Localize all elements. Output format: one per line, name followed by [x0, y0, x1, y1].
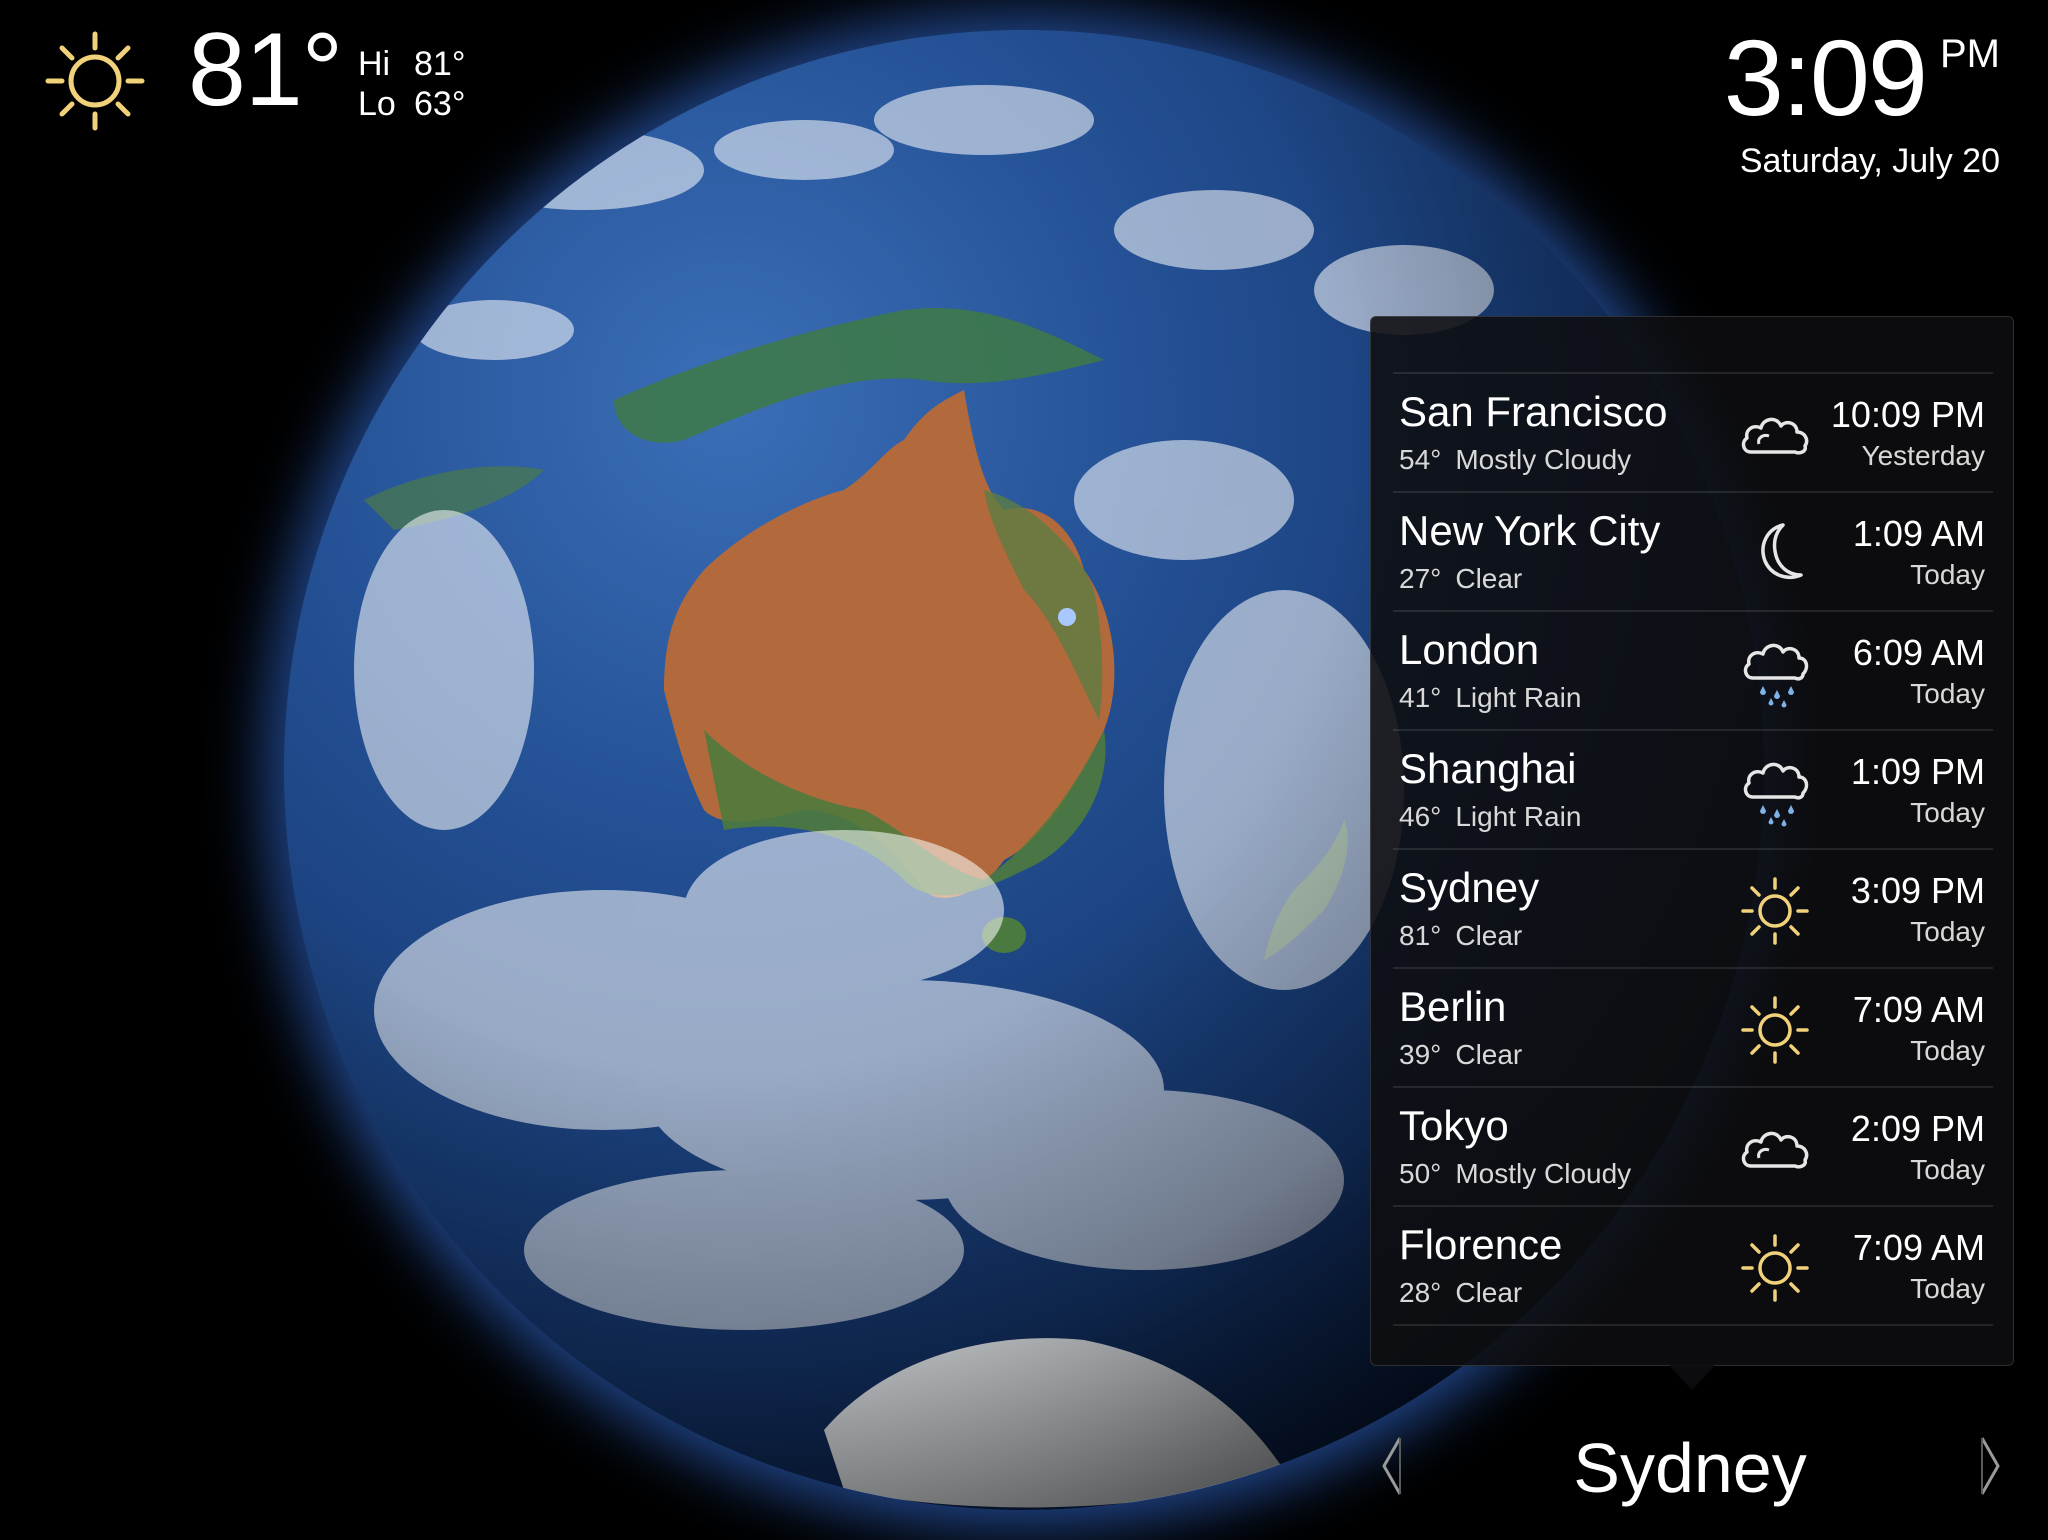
city-day: Today: [1910, 678, 1985, 709]
city-name: San Francisco: [1399, 388, 1668, 435]
sun-icon: [1737, 1233, 1813, 1303]
city-condition: Clear: [1455, 1277, 1523, 1308]
city-conditions: 41° Light Rain: [1399, 682, 1581, 714]
city-conditions: 28° Clear: [1399, 1277, 1522, 1309]
city-condition: Mostly Cloudy: [1455, 444, 1632, 475]
city-day: Yesterday: [1861, 440, 1986, 471]
city-name: Shanghai: [1399, 745, 1577, 792]
city-name: New York City: [1399, 507, 1661, 554]
sun-icon: [1737, 876, 1813, 946]
cloud-icon: [1737, 1114, 1813, 1184]
city-row-shanghai[interactable]: Shanghai 46° Light Rain 1:09 PM Today: [1393, 729, 1993, 848]
city-name: Berlin: [1399, 983, 1507, 1030]
city-name: London: [1399, 626, 1540, 673]
city-conditions: 50° Mostly Cloudy: [1399, 1158, 1631, 1190]
city-day: Today: [1910, 559, 1985, 590]
city-conditions: 46° Light Rain: [1399, 801, 1581, 833]
city-list: San Francisco 54° Mostly Cloudy 10:09 PM Yes…: [1393, 372, 1993, 1326]
city-name: Florence: [1399, 1221, 1563, 1268]
city-name: Sydney: [1399, 864, 1540, 911]
rain-icon: [1737, 638, 1813, 708]
city-temperature: 54°: [1399, 444, 1442, 475]
clock-date: Saturday, July 20: [1739, 142, 2000, 180]
city-day: Today: [1910, 797, 1985, 828]
clock: 3:09 PM Saturday, July 20: [1724, 24, 2000, 181]
sun-icon: [1737, 995, 1813, 1065]
city-row-berlin[interactable]: Berlin 39° Clear 7:09 AM Today: [1393, 967, 1993, 1086]
city-temperature: 46°: [1399, 801, 1442, 832]
city-day: Today: [1910, 1035, 1985, 1066]
moon-icon: [1737, 519, 1813, 589]
city-day: Today: [1910, 916, 1985, 947]
current-temperature: 81°: [188, 12, 343, 128]
selected-city-name[interactable]: Sydney: [1500, 1428, 1880, 1508]
panel-pointer: [1668, 1364, 1716, 1390]
chevron-right-icon[interactable]: [1978, 1436, 2002, 1496]
city-row-london[interactable]: London 41° Light Rain 6:09 AM Today: [1393, 610, 1993, 729]
clock-ampm: PM: [1940, 32, 2000, 76]
clock-time: 3:09: [1723, 17, 1928, 138]
city-temperature: 39°: [1399, 1039, 1442, 1070]
cloud-icon: [1737, 400, 1813, 470]
city-row-sydney[interactable]: Sydney 81° Clear 3:09 PM Today: [1393, 848, 1993, 967]
city-local-time: 1:09 PM: [1850, 751, 1985, 792]
city-temperature: 81°: [1399, 920, 1442, 951]
city-condition: Light Rain: [1455, 682, 1582, 713]
city-local-time: 10:09 PM: [1830, 394, 1985, 435]
city-local-time: 1:09 AM: [1852, 513, 1985, 554]
city-condition: Clear: [1455, 920, 1523, 951]
chevron-left-icon[interactable]: [1380, 1436, 1404, 1496]
city-conditions: 54° Mostly Cloudy: [1399, 444, 1631, 476]
city-row-florence[interactable]: Florence 28° Clear 7:09 AM Today: [1393, 1205, 1993, 1326]
city-condition: Mostly Cloudy: [1455, 1158, 1632, 1189]
city-temperature: 27°: [1399, 563, 1442, 594]
hi-lo-temperatures: Hi 81° Lo 63°: [358, 44, 465, 124]
city-temperature: 41°: [1399, 682, 1442, 713]
city-conditions: 81° Clear: [1399, 920, 1522, 952]
city-row-san-francisco[interactable]: San Francisco 54° Mostly Cloudy 10:09 PM Yes…: [1393, 372, 1993, 491]
city-row-new-york-city[interactable]: New York City 27° Clear 1:09 AM Today: [1393, 491, 1993, 610]
city-temperature: 50°: [1399, 1158, 1442, 1189]
hi-temperature: Hi 81°: [358, 45, 466, 83]
city-condition: Light Rain: [1455, 801, 1582, 832]
city-row-tokyo[interactable]: Tokyo 50° Mostly Cloudy 2:09 PM Today: [1393, 1086, 1993, 1205]
city-local-time: 2:09 PM: [1850, 1108, 1985, 1149]
city-name: Tokyo: [1399, 1102, 1509, 1149]
city-local-time: 7:09 AM: [1852, 1227, 1985, 1268]
lo-temperature: Lo 63°: [358, 85, 466, 123]
city-day: Today: [1910, 1154, 1985, 1185]
rain-icon: [1737, 757, 1813, 827]
city-condition: Clear: [1455, 563, 1523, 594]
city-conditions: 39° Clear: [1399, 1039, 1522, 1071]
city-day: Today: [1910, 1273, 1985, 1304]
city-condition: Clear: [1455, 1039, 1523, 1070]
city-conditions: 27° Clear: [1399, 563, 1522, 595]
city-local-time: 7:09 AM: [1852, 989, 1985, 1030]
city-local-time: 6:09 AM: [1852, 632, 1985, 673]
city-local-time: 3:09 PM: [1850, 870, 1985, 911]
world-cities-panel: San Francisco 54° Mostly Cloudy 10:09 PM Yes…: [1370, 316, 2014, 1366]
city-temperature: 28°: [1399, 1277, 1442, 1308]
sun-icon: [42, 28, 148, 134]
